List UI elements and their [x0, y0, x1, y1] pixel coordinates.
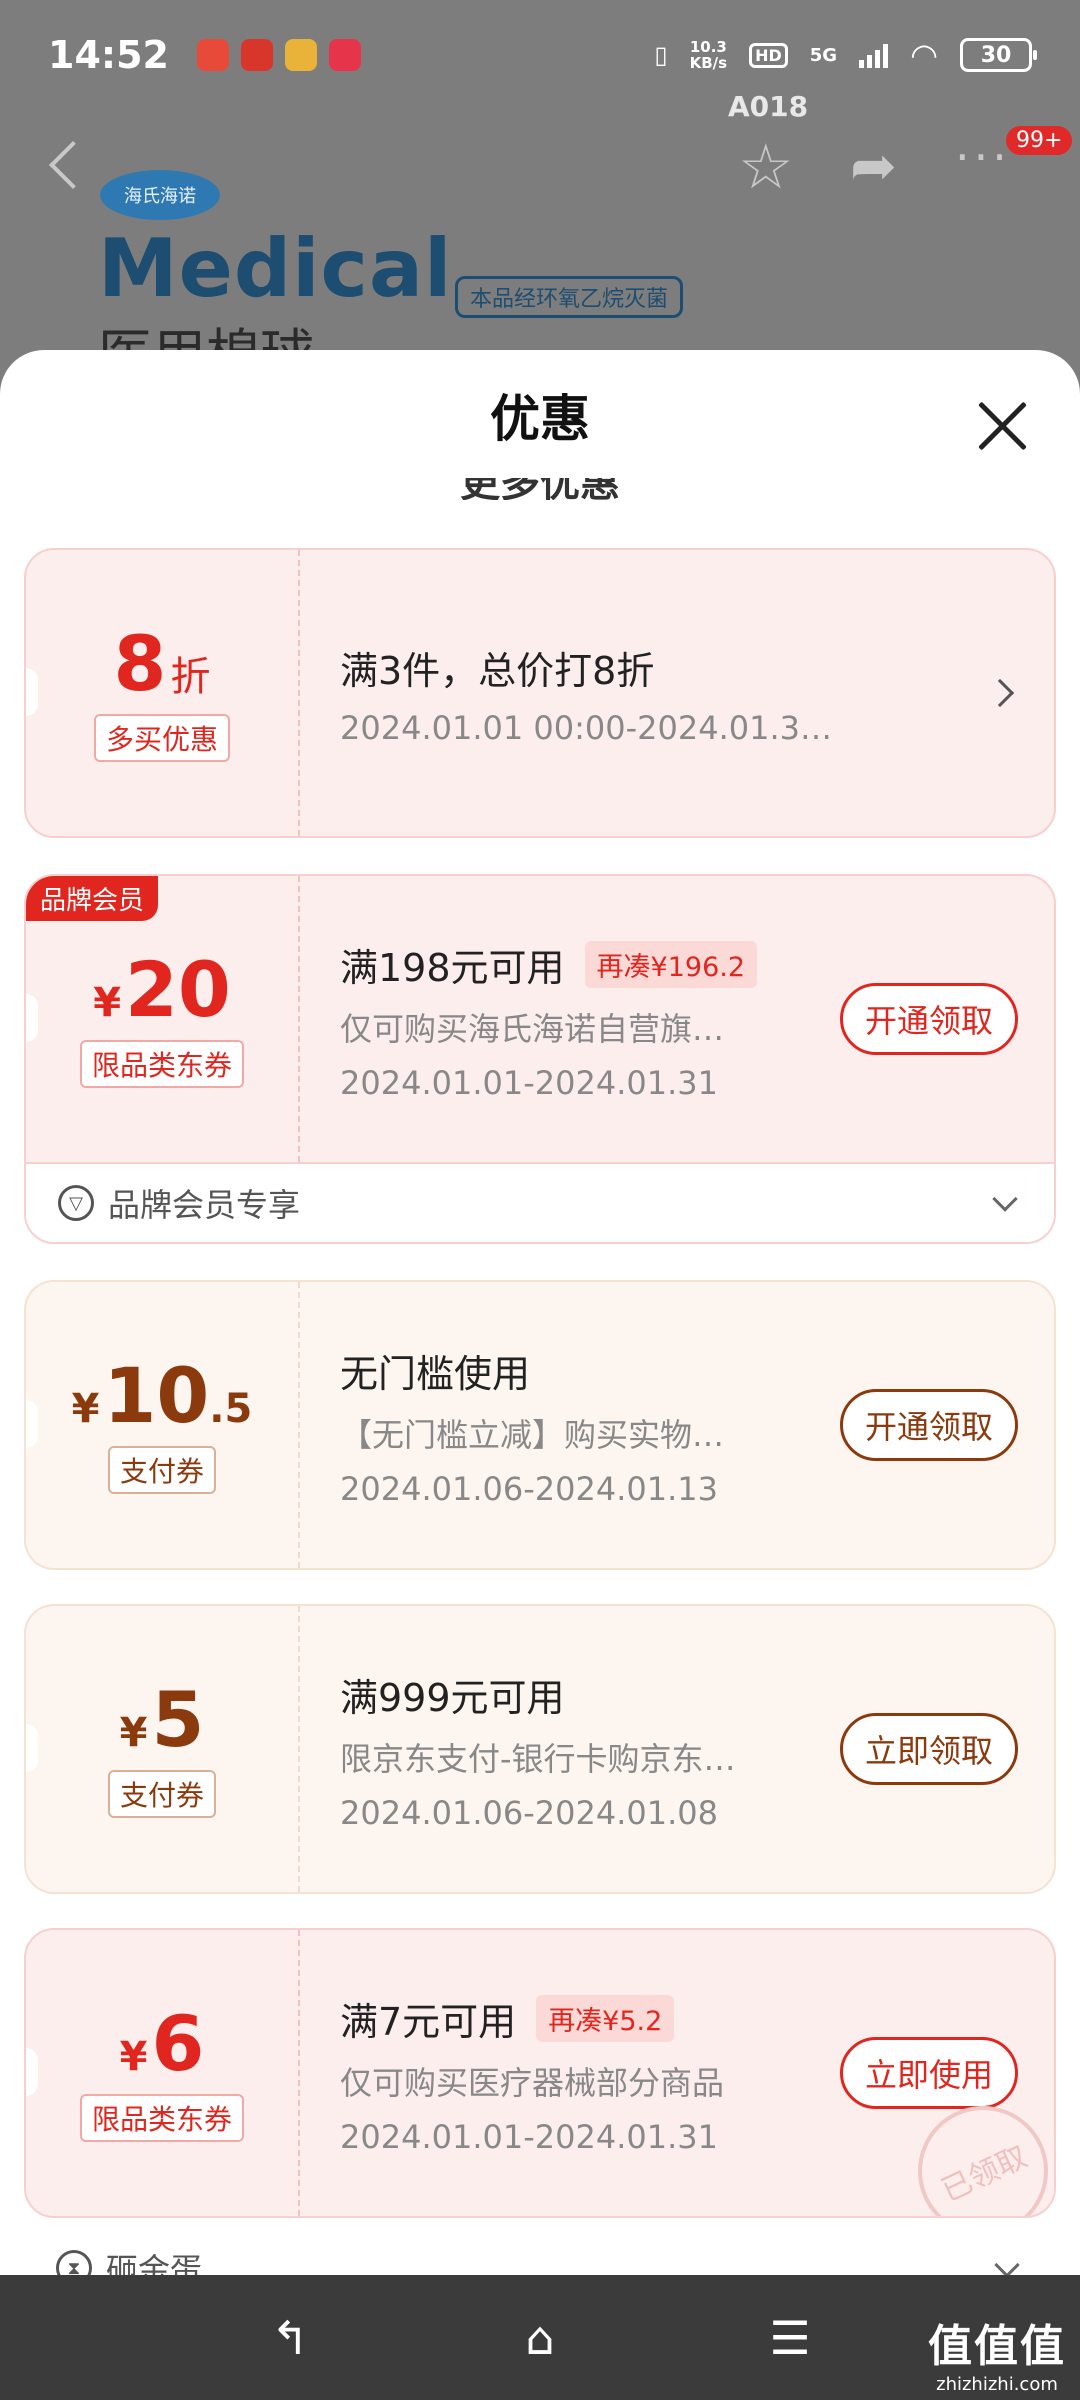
product-code: A018 [728, 90, 809, 123]
coupon-description: 限京东支付-银行卡购京东… [340, 1739, 736, 1778]
sheet-header: 优惠 [0, 350, 1080, 480]
app-notification-icon [284, 39, 317, 71]
golden-egg-icon: ⧗ [56, 2250, 92, 2275]
status-indicators: ▯ 10.3 KB/s HD 5G ◠ 30 [654, 36, 1037, 74]
use-now-button[interactable]: 立即使用 [839, 2037, 1018, 2109]
favorite-icon[interactable]: ☆ [738, 130, 794, 203]
coupon-type-tag: 限品类东券 [79, 2094, 244, 2142]
coupon-card-brand-member: 品牌会员 ¥ 20 限品类东券 满198元可用 再凑¥196.2 仅可购买海氏海… [24, 874, 1056, 1244]
coupon-value: 8 折 多买优惠 [26, 550, 300, 836]
share-icon[interactable]: ➦ [850, 134, 897, 199]
coupon-amount: 6 [151, 1999, 205, 2088]
member-exclusive-label: 品牌会员专享 [108, 1186, 301, 1224]
product-name-latin: Medical [98, 222, 453, 315]
coupon-title: 满3件，总价打8折 [340, 648, 655, 693]
coupon-amount: 10 [103, 1351, 210, 1440]
sheet-title: 优惠 [490, 390, 590, 448]
coupon-title: 无门槛使用 [340, 1351, 531, 1396]
coupon-date: 2024.01.06-2024.01.08 [340, 1793, 718, 1832]
coupon-amount: 8 [113, 619, 167, 708]
chevron-down-icon[interactable] [992, 1186, 1018, 1212]
coupon-description: 仅可购买医疗器械部分商品 [340, 2063, 725, 2102]
menu-nav-icon[interactable]: ☰ [760, 2308, 820, 2368]
coupon-value: ¥ 5 支付券 [26, 1606, 300, 1892]
coupon-value: ¥ 20 限品类东券 [26, 876, 300, 1162]
sterile-note: 本品经环氧乙烷灭菌 [455, 276, 684, 318]
coupon-date: 2024.01.06-2024.01.13 [340, 1469, 718, 1508]
currency-symbol: ¥ [119, 2034, 148, 2080]
currency-symbol: ¥ [119, 1710, 148, 1756]
brand-logo: 海氏海诺 [100, 170, 220, 220]
system-nav-bar: ↰ ⌂ ☰ [0, 2275, 1080, 2400]
net-speed-unit: KB/s [689, 54, 728, 72]
app-notification-icon [196, 39, 229, 71]
chevron-down-icon[interactable] [994, 2252, 1020, 2275]
coupon-suffix: 折 [170, 654, 211, 700]
section-heading: 更多优惠 [0, 478, 1080, 500]
coupon-description: 【无门槛立减】购买实物… [340, 1415, 725, 1454]
net-speed: 10.3 KB/s [690, 39, 727, 71]
coupon-value: ¥ 6 限品类东券 [26, 1930, 300, 2216]
coupon-card-category: ¥ 6 限品类东券 满7元可用 再凑¥5.2 仅可购买医疗器械部分商品 2024… [24, 1928, 1056, 2218]
close-icon[interactable] [974, 398, 1030, 454]
coupon-value: ¥ 10 .5 支付券 [26, 1282, 300, 1568]
home-nav-icon[interactable]: ⌂ [510, 2308, 570, 2368]
battery-icon: 30 [960, 38, 1037, 72]
coupon-type-tag: 支付券 [107, 1770, 216, 1818]
activate-claim-button[interactable]: 开通领取 [839, 1389, 1018, 1461]
discount-sheet: 优惠 更多优惠 8 折 多买优惠 满3件，总价打8折 2024.01.01 00… [0, 350, 1080, 2275]
notification-icons [196, 39, 361, 71]
golden-egg-label: 砸金蛋 [106, 2251, 203, 2275]
member-icon: ▽ [58, 1185, 94, 1221]
coupon-date: 2024.01.01-2024.01.31 [340, 1063, 718, 1102]
battery-level: 30 [980, 42, 1012, 68]
signal-icon [859, 42, 889, 68]
claim-now-button[interactable]: 立即领取 [839, 1713, 1018, 1785]
coupon-card-discount[interactable]: 8 折 多买优惠 满3件，总价打8折 2024.01.01 00:00-2024… [24, 548, 1056, 838]
activate-claim-button[interactable]: 开通领取 [839, 983, 1018, 1055]
golden-egg-row[interactable]: ⧗ 砸金蛋 [24, 2238, 1056, 2275]
currency-symbol: ¥ [71, 1386, 100, 1432]
hd-icon: HD [749, 42, 788, 68]
network-type: 5G [809, 44, 838, 66]
back-icon[interactable] [48, 140, 98, 190]
coupon-title: 满999元可用 [340, 1675, 565, 1720]
wifi-icon: ◠ [910, 36, 938, 74]
product-page-backdrop: 14:52 ▯ 10.3 KB/s HD 5G ◠ 30 ☆ ➦ ··· 99+… [0, 0, 1080, 400]
watermark-main: 值值值 [928, 2321, 1066, 2372]
member-exclusive-row[interactable]: ▽ 品牌会员专享 [26, 1162, 1054, 1242]
coupon-card-payment: ¥ 5 支付券 满999元可用 限京东支付-银行卡购京东… 2024.01.06… [24, 1604, 1056, 1894]
app-notification-icon [240, 39, 273, 71]
coupon-title: 满7元可用 [340, 1999, 517, 2044]
status-bar: 14:52 ▯ 10.3 KB/s HD 5G ◠ 30 [0, 0, 1080, 110]
net-speed-value: 10.3 [689, 38, 727, 56]
watermark-sub: zhizhizhi.com [936, 2374, 1058, 2395]
currency-symbol: ¥ [93, 980, 122, 1026]
coupon-description: 仅可购买海氏海诺自营旗… [340, 1009, 725, 1048]
coupon-amount-decimal: .5 [209, 1386, 253, 1432]
coupon-card-payment: ¥ 10 .5 支付券 无门槛使用 【无门槛立减】购买实物… 2024.01.0… [24, 1280, 1056, 1570]
app-notification-icon [328, 39, 361, 71]
more-icon[interactable]: ··· [955, 130, 1011, 184]
coupon-title: 满198元可用 [340, 945, 565, 990]
coupon-type-tag: 限品类东券 [79, 1040, 244, 1088]
coupon-type-tag: 多买优惠 [93, 714, 230, 762]
back-nav-icon[interactable]: ↰ [260, 2308, 320, 2368]
coupon-type-tag: 支付券 [107, 1446, 216, 1494]
watermark: 值值值 zhizhizhi.com [928, 2310, 1066, 2395]
coupon-amount: 5 [151, 1675, 205, 1764]
remaining-amount-tag: 再凑¥5.2 [536, 1994, 675, 2042]
coupon-amount: 20 [125, 945, 231, 1034]
message-count-badge: 99+ [1006, 126, 1073, 155]
coupon-date: 2024.01.01 00:00-2024.01.3… [340, 708, 833, 747]
status-time: 14:52 [48, 33, 169, 77]
vibrate-icon: ▯ [654, 41, 668, 69]
remaining-amount-tag: 再凑¥196.2 [584, 940, 758, 988]
coupon-info: 满3件，总价打8折 2024.01.01 00:00-2024.01.3… [340, 550, 1054, 836]
